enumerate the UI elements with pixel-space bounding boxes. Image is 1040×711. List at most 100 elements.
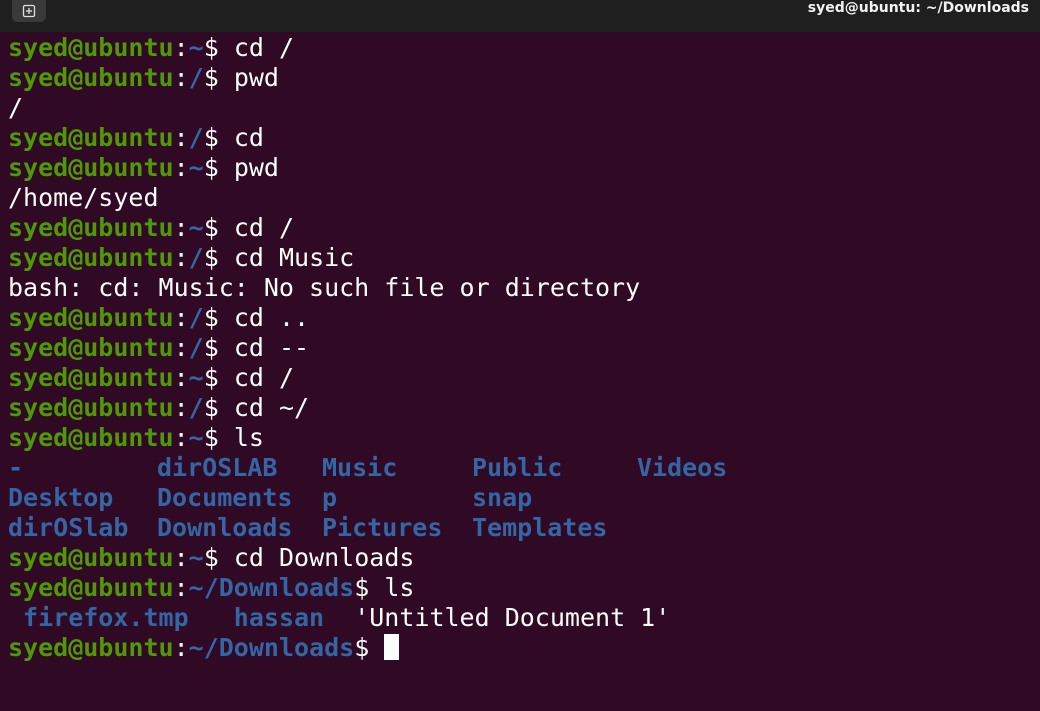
text-cursor	[384, 634, 400, 660]
ls-output-row: dirOSlab Downloads Pictures Templates	[8, 513, 1038, 543]
directory-entry: Downloads	[157, 513, 293, 542]
prompt-line: syed@ubuntu:~$ ls	[8, 423, 1038, 453]
directory-entry: Pictures	[322, 513, 443, 542]
directory-entry: Music	[322, 453, 398, 482]
prompt-colon: :	[173, 213, 189, 242]
prompt-colon: :	[173, 633, 189, 662]
output-text: /home/syed	[8, 183, 159, 212]
prompt-colon: :	[173, 333, 189, 362]
prompt-line: syed@ubuntu:/$ cd ..	[8, 303, 1038, 333]
directory-entry: Public	[472, 453, 563, 482]
prompt-path: ~/Downloads	[188, 633, 355, 662]
prompt-colon: :	[173, 573, 189, 602]
command-text: cd Music	[233, 243, 355, 272]
directory-entry: Videos	[637, 453, 728, 482]
prompt-dollar: $	[203, 213, 234, 242]
directory-entry: -	[8, 453, 24, 482]
prompt-line: syed@ubuntu:~/Downloads$ ls	[8, 573, 1038, 603]
command-text: cd /	[233, 363, 295, 392]
title-bar: syed@ubuntu: ~/Downloads	[0, 0, 1040, 32]
prompt-dollar: $	[203, 33, 234, 62]
prompt-path: /	[188, 393, 204, 422]
new-tab-button[interactable]	[12, 0, 46, 22]
command-text: cd /	[233, 213, 295, 242]
output-line: bash: cd: Music: No such file or directo…	[8, 273, 1038, 303]
command-text: ls	[233, 423, 264, 452]
prompt-colon: :	[173, 33, 189, 62]
terminal-window: syed@ubuntu: ~/Downloads syed@ubuntu:~$ …	[0, 0, 1040, 711]
active-prompt-line: syed@ubuntu:~/Downloads$	[8, 633, 1038, 663]
prompt-path: /	[188, 333, 204, 362]
prompt-line: syed@ubuntu:~$ cd Downloads	[8, 543, 1038, 573]
directory-entry: snap	[472, 483, 533, 512]
command-text: cd --	[233, 333, 310, 362]
prompt-colon: :	[173, 153, 189, 182]
prompt-path: /	[188, 303, 204, 332]
prompt-path: ~	[188, 213, 204, 242]
prompt-colon: :	[173, 303, 189, 332]
prompt-dollar: $	[203, 123, 234, 152]
directory-entry: firefox.tmp	[8, 603, 189, 632]
command-text: pwd	[233, 153, 279, 182]
directory-entry: p	[322, 483, 338, 512]
prompt-dollar: $	[203, 363, 234, 392]
directory-entry: Desktop	[8, 483, 114, 512]
terminal-output[interactable]: syed@ubuntu:~$ cd / syed@ubuntu:/$ pwd / sy…	[8, 33, 1038, 663]
directory-entry: dirOSLAB	[157, 453, 278, 482]
prompt-path: ~	[188, 363, 204, 392]
prompt-dollar: $	[203, 153, 234, 182]
prompt-colon: :	[173, 243, 189, 272]
prompt-path: ~	[188, 153, 204, 182]
ls-output-row: - dirOSLAB Music Public Videos	[8, 453, 1038, 483]
new-tab-icon	[22, 4, 36, 18]
prompt-line: syed@ubuntu:~$ cd /	[8, 213, 1038, 243]
prompt-dollar: $	[354, 633, 385, 662]
prompt-path: ~	[188, 423, 204, 452]
command-text: cd ..	[233, 303, 310, 332]
prompt-user: syed@ubuntu	[8, 303, 174, 332]
prompt-path: ~	[188, 33, 204, 62]
output-text: bash: cd: Music: No such file or directo…	[8, 273, 641, 302]
command-text: cd Downloads	[233, 543, 415, 572]
prompt-dollar: $	[203, 333, 234, 362]
prompt-colon: :	[173, 393, 189, 422]
prompt-line: syed@ubuntu:/$ cd ~/	[8, 393, 1038, 423]
command-text: pwd	[233, 63, 279, 92]
prompt-line: syed@ubuntu:~$ pwd	[8, 153, 1038, 183]
prompt-dollar: $	[203, 303, 234, 332]
prompt-line: syed@ubuntu:~$ cd /	[8, 363, 1038, 393]
prompt-user: syed@ubuntu	[8, 333, 174, 362]
prompt-user: syed@ubuntu	[8, 33, 174, 62]
prompt-dollar: $	[354, 573, 385, 602]
ls-output-row: firefox.tmp hassan 'Untitled Document 1'	[8, 603, 1038, 633]
prompt-user: syed@ubuntu	[8, 423, 174, 452]
output-line: /home/syed	[8, 183, 1038, 213]
directory-entry: Documents	[157, 483, 293, 512]
output-line: /	[8, 93, 1038, 123]
prompt-dollar: $	[203, 63, 234, 92]
prompt-path: /	[188, 243, 204, 272]
prompt-path: ~/Downloads	[188, 573, 355, 602]
prompt-dollar: $	[203, 393, 234, 422]
prompt-user: syed@ubuntu	[8, 213, 174, 242]
prompt-user: syed@ubuntu	[8, 243, 174, 272]
directory-entry: hassan	[188, 603, 325, 632]
prompt-path: /	[188, 123, 204, 152]
prompt-colon: :	[173, 543, 189, 572]
output-text: /	[8, 93, 24, 122]
directory-entry: dirOSlab	[8, 513, 129, 542]
command-text: cd ~/	[233, 393, 310, 422]
directory-entry: Templates	[472, 513, 608, 542]
prompt-dollar: $	[203, 543, 234, 572]
ls-output-row: Desktop Documents p snap	[8, 483, 1038, 513]
prompt-colon: :	[173, 123, 189, 152]
prompt-user: syed@ubuntu	[8, 63, 174, 92]
command-text: cd	[233, 123, 264, 152]
prompt-colon: :	[173, 363, 189, 392]
prompt-colon: :	[173, 63, 189, 92]
prompt-colon: :	[173, 423, 189, 452]
command-text: ls	[384, 573, 415, 602]
prompt-line: syed@ubuntu:/$ cd Music	[8, 243, 1038, 273]
prompt-user: syed@ubuntu	[8, 633, 174, 662]
prompt-line: syed@ubuntu:~$ cd /	[8, 33, 1038, 63]
